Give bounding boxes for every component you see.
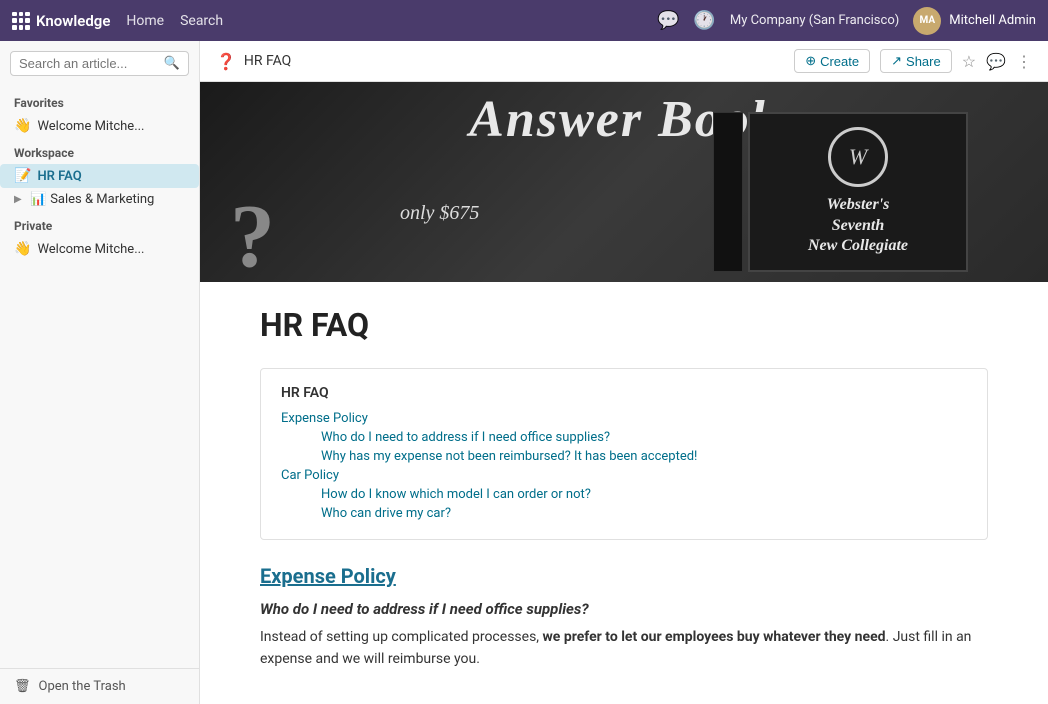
- article-header-bar: ❓ HR FAQ ⊕ Create ↗ Share ☆ 💬 ⋮: [200, 41, 1048, 82]
- star-icon[interactable]: ☆: [962, 52, 976, 71]
- content-area: ❓ HR FAQ ⊕ Create ↗ Share ☆ 💬 ⋮ Answe: [200, 41, 1048, 704]
- toc-item[interactable]: Why has my expense not been reimbursed? …: [281, 447, 967, 466]
- create-button[interactable]: ⊕ Create: [794, 49, 870, 73]
- sidebar-item-welcome-fav[interactable]: 👋 Welcome Mitche...: [0, 114, 199, 138]
- comment-icon[interactable]: 💬: [986, 52, 1006, 71]
- hero-image: Answer Book W Webster's Seventh New Coll…: [200, 82, 1048, 282]
- plus-icon: ⊕: [805, 53, 816, 69]
- user-menu[interactable]: MA Mitchell Admin: [913, 7, 1036, 35]
- search-icon[interactable]: 🔍: [164, 56, 180, 71]
- sidebar-item-label: Sales & Marketing: [50, 192, 154, 207]
- wave-icon: 👋: [14, 118, 31, 134]
- help-icon: ❓: [216, 52, 236, 71]
- workspace-section-label: Workspace: [0, 138, 199, 164]
- hero-book-body: W Webster's Seventh New Collegiate: [748, 112, 968, 272]
- sidebar-search-container: 🔍: [0, 41, 199, 84]
- username: Mitchell Admin: [949, 13, 1036, 28]
- book-subtitle: Webster's Seventh New Collegiate: [808, 195, 908, 257]
- article-title: HR FAQ: [260, 306, 988, 344]
- toc-item[interactable]: Who can drive my car?: [281, 504, 967, 523]
- sidebar-item-welcome-private[interactable]: 👋 Welcome Mitche...: [0, 237, 199, 261]
- question-mark: ?: [230, 192, 275, 282]
- toc-item[interactable]: How do I know which model I can order or…: [281, 485, 967, 504]
- pencil-icon: 📝: [14, 168, 31, 184]
- nav-search[interactable]: Search: [180, 13, 223, 29]
- share-icon: ↗: [891, 53, 902, 69]
- hero-canvas: Answer Book W Webster's Seventh New Coll…: [200, 82, 1048, 282]
- trash-label: Open the Trash: [39, 679, 126, 694]
- book-emblem: W: [828, 127, 888, 187]
- chart-icon: 📊: [30, 192, 46, 207]
- messages-icon[interactable]: 💬: [657, 10, 679, 31]
- toc-box: HR FAQ Expense Policy Who do I need to a…: [260, 368, 988, 540]
- more-icon[interactable]: ⋮: [1016, 52, 1032, 71]
- article-content: HR FAQ HR FAQ Expense Policy Who do I ne…: [200, 282, 1048, 695]
- nav-home[interactable]: Home: [126, 13, 164, 29]
- top-nav: Knowledge Home Search 💬 🕐 My Company (Sa…: [0, 0, 1048, 41]
- create-label: Create: [820, 54, 859, 69]
- toc-title: HR FAQ: [281, 385, 967, 401]
- toggle-arrow-icon: ▶: [14, 194, 26, 205]
- wave-icon-private: 👋: [14, 241, 31, 257]
- share-button[interactable]: ↗ Share: [880, 49, 952, 73]
- company-name[interactable]: My Company (San Francisco): [730, 13, 899, 28]
- breadcrumb: HR FAQ: [244, 53, 786, 69]
- book-spine: [713, 112, 743, 272]
- hero-price: only $675: [400, 202, 479, 225]
- share-label: Share: [906, 54, 941, 69]
- sidebar-item-label: Welcome Mitche...: [37, 119, 144, 134]
- search-input[interactable]: [19, 56, 160, 71]
- app-logo[interactable]: Knowledge: [12, 12, 110, 30]
- article-actions: ⊕ Create ↗ Share ☆ 💬 ⋮: [794, 49, 1032, 73]
- main-layout: 🔍 Favorites 👋 Welcome Mitche... Workspac…: [0, 41, 1048, 704]
- sidebar-item-hr-faq[interactable]: 📝 HR FAQ: [0, 164, 199, 188]
- search-box[interactable]: 🔍: [10, 51, 189, 76]
- clock-icon[interactable]: 🕐: [693, 10, 715, 31]
- subsection1-heading: Who do I need to address if I need offic…: [260, 600, 988, 618]
- sidebar-content: Favorites 👋 Welcome Mitche... Workspace …: [0, 84, 199, 668]
- favorites-section-label: Favorites: [0, 88, 199, 114]
- article-wrapper: HR FAQ HR FAQ Expense Policy Who do I ne…: [200, 282, 1048, 704]
- toc-item[interactable]: Car Policy: [281, 466, 967, 485]
- nav-right: 💬 🕐 My Company (San Francisco) MA Mitche…: [657, 7, 1036, 35]
- avatar: MA: [913, 7, 941, 35]
- sidebar: 🔍 Favorites 👋 Welcome Mitche... Workspac…: [0, 41, 200, 704]
- trash-icon: 🗑: [14, 679, 31, 694]
- grid-icon: [12, 12, 30, 30]
- app-name: Knowledge: [36, 12, 110, 30]
- private-section-label: Private: [0, 211, 199, 237]
- sidebar-item-label: HR FAQ: [37, 169, 81, 184]
- section-expense-policy[interactable]: Expense Policy: [260, 564, 988, 588]
- sidebar-item-label: Welcome Mitche...: [37, 242, 144, 257]
- toc-item[interactable]: Expense Policy: [281, 409, 967, 428]
- open-trash-button[interactable]: 🗑 Open the Trash: [0, 668, 199, 704]
- toc-item[interactable]: Who do I need to address if I need offic…: [281, 428, 967, 447]
- subsection1-text: Instead of setting up complicated proces…: [260, 626, 988, 671]
- sidebar-item-sales-marketing[interactable]: ▶ 📊 Sales & Marketing: [0, 188, 199, 211]
